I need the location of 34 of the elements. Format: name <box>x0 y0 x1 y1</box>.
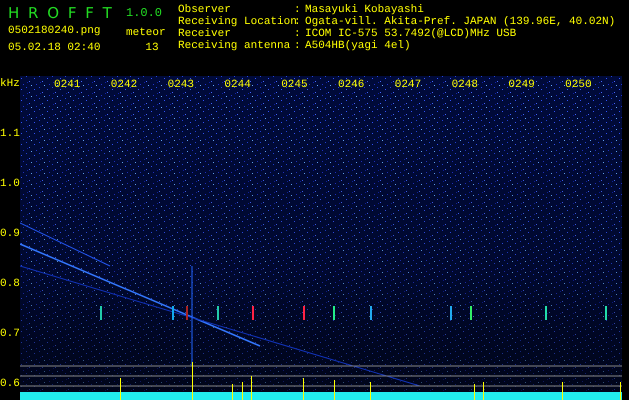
info-label: Receiving Location <box>178 16 294 28</box>
frequency-label: 0.6 <box>0 378 20 390</box>
info-separator: : <box>294 28 302 40</box>
time-label: 0245 <box>281 79 309 91</box>
time-label: 0243 <box>168 79 195 91</box>
time-label: 0241 <box>54 79 82 91</box>
frequency-label: 0.8 <box>0 278 20 290</box>
meteor-label: meteor <box>126 27 167 39</box>
time-label: 0250 <box>565 79 593 91</box>
time-label: 0244 <box>224 79 252 91</box>
date-time: 05.02.18 02:40 <box>8 42 102 54</box>
info-value: Ogata-vill. Akita-Pref. JAPAN (139.96E, 40.02N) <box>305 16 616 28</box>
app-version: 1.0.0 <box>126 6 164 20</box>
app-title: H R O F F T <box>8 4 115 22</box>
info-label: Receiving antenna <box>178 40 292 52</box>
info-label: Receiver <box>178 28 232 40</box>
info-value: A504HB(yagi 4el) <box>305 40 412 52</box>
frequency-label: 0.7 <box>0 328 20 340</box>
frequency-label: 0.9 <box>0 228 20 240</box>
info-value: ICOM IC-575 53.7492(@LCD)MHz USB <box>305 28 518 40</box>
info-separator: : <box>294 4 302 16</box>
info-separator: : <box>294 40 302 52</box>
frequency-label: 1.1 <box>0 128 20 140</box>
frequency-label: 1.0 <box>0 178 20 190</box>
time-label: 0246 <box>338 79 366 91</box>
info-label: Observer <box>178 4 232 16</box>
meteor-count: 13 <box>144 42 160 54</box>
time-label: 0248 <box>452 79 479 91</box>
info-value: Masayuki Kobayashi <box>305 4 425 16</box>
axis-unit: kHz <box>0 78 20 90</box>
time-label: 0249 <box>508 79 536 91</box>
file-name: 0502180240.png <box>8 24 102 36</box>
time-label: 0242 <box>110 79 138 91</box>
time-label: 0247 <box>394 79 422 91</box>
